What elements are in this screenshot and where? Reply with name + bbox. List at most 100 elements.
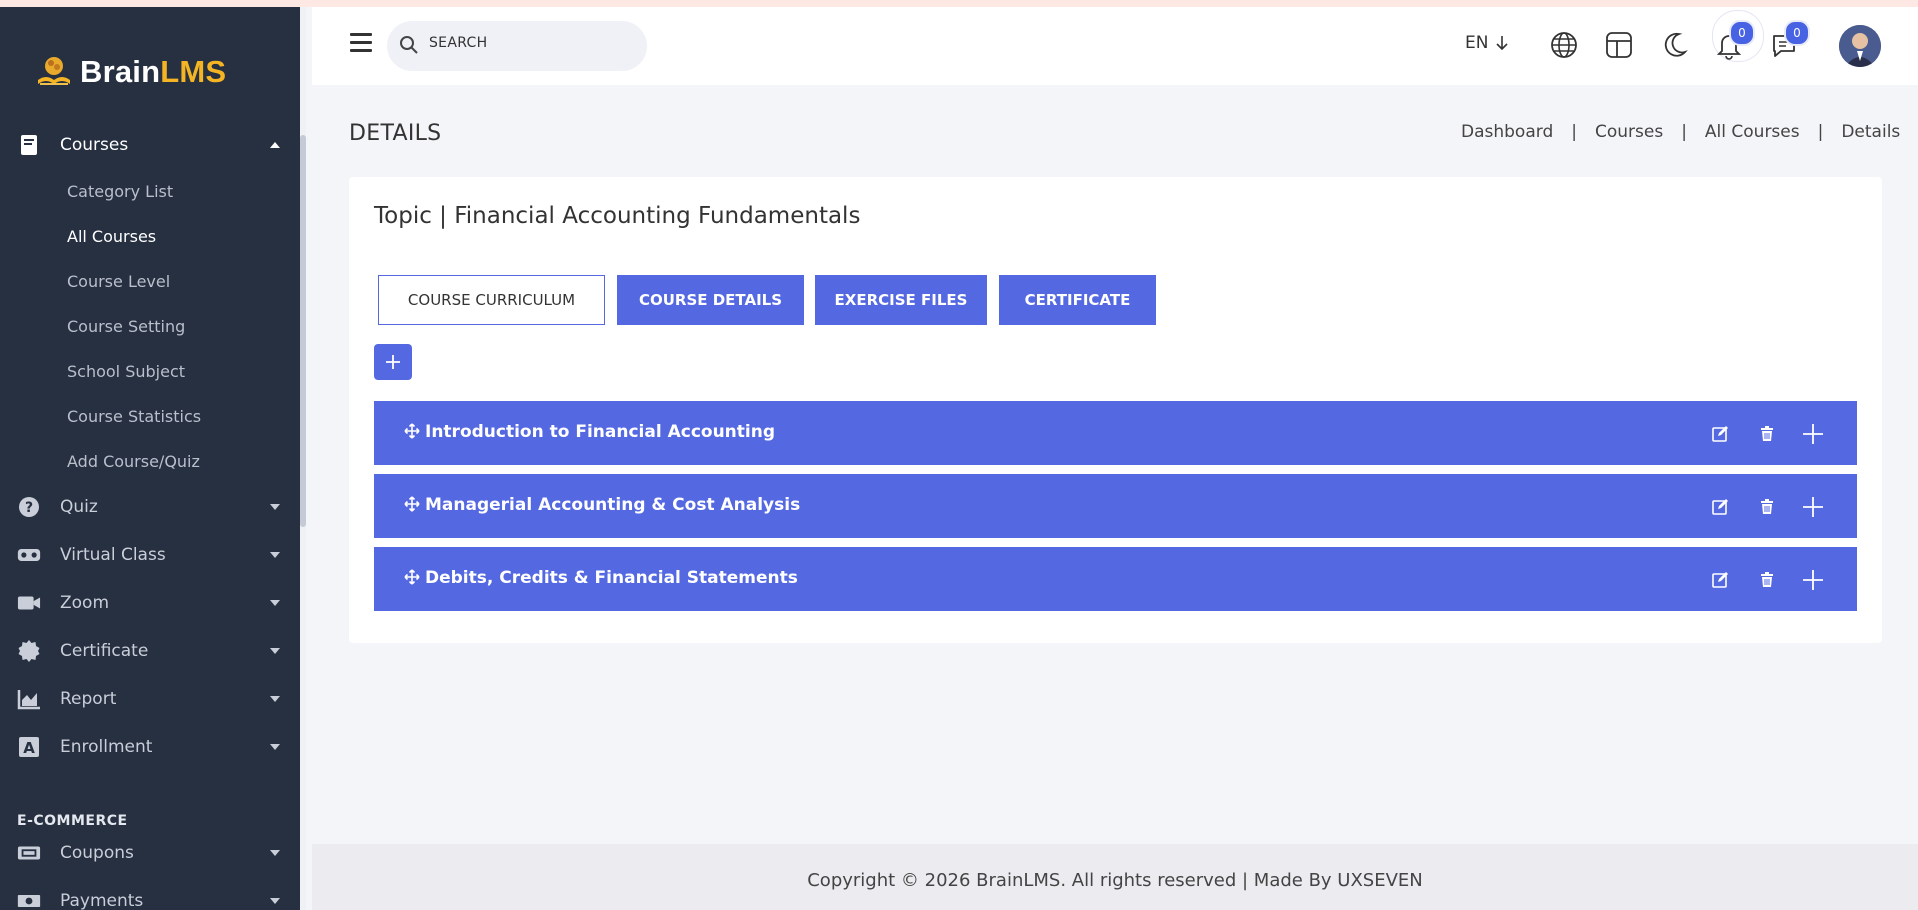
message-count-badge: 0 [1784, 20, 1810, 46]
trash-icon [1761, 426, 1773, 441]
sidebar-subitem-course-statistics[interactable]: Course Statistics [67, 407, 201, 426]
tab-certificate[interactable]: CERTIFICATE [999, 275, 1156, 325]
sidebar-item-label: Zoom [60, 593, 110, 613]
sidebar-item-label: Quiz [60, 497, 98, 517]
sidebar-item-courses[interactable]: Courses [0, 125, 300, 165]
breadcrumb: Dashboard | Courses | All Courses | Deta… [1461, 122, 1900, 142]
footer: Copyright © 2026 BrainLMS. All rights re… [312, 844, 1918, 910]
sidebar-subitem-add-course-quiz[interactable]: Add Course/Quiz [67, 452, 200, 471]
svg-text:A: A [23, 739, 35, 757]
brand-logo[interactable]: BrainLMS [34, 47, 226, 97]
caret-down-icon [270, 600, 280, 606]
sidebar-item-label: Enrollment [60, 737, 153, 757]
add-topic-button[interactable] [374, 344, 412, 380]
breadcrumb-dashboard[interactable]: Dashboard [1461, 122, 1553, 142]
sidebar-scrollbar-thumb[interactable] [300, 135, 306, 527]
sidebar: BrainLMS Courses Category List All Cours… [0, 7, 306, 910]
edit-icon [1712, 499, 1728, 515]
globe-icon[interactable] [1549, 30, 1579, 60]
breadcrumb-details: Details [1841, 122, 1901, 142]
tab-exercise-files[interactable]: EXERCISE FILES [815, 275, 987, 325]
plus-icon [1803, 497, 1823, 517]
tab-course-details[interactable]: COURSE DETAILS [617, 275, 804, 325]
delete-topic-button[interactable] [1756, 569, 1778, 591]
topic-row[interactable]: Managerial Accounting & Cost Analysis [374, 474, 1857, 538]
top-accent-line [0, 0, 1918, 7]
caret-down-icon [270, 504, 280, 510]
caret-down-icon [270, 696, 280, 702]
brain-book-logo-icon [38, 57, 70, 85]
breadcrumb-separator: | [1681, 122, 1687, 142]
sidebar-item-label: Virtual Class [60, 545, 166, 565]
trash-icon [1761, 499, 1773, 514]
breadcrumb-all-courses[interactable]: All Courses [1705, 122, 1800, 142]
user-avatar[interactable] [1839, 25, 1881, 67]
sidebar-item-quiz[interactable]: ? Quiz [0, 487, 300, 527]
drag-move-icon[interactable] [404, 496, 420, 512]
area-chart-icon [17, 687, 41, 711]
breadcrumb-separator: | [1571, 122, 1577, 142]
sidebar-item-coupons[interactable]: Coupons [0, 833, 300, 873]
caret-down-icon [270, 552, 280, 558]
sidebar-subitem-course-level[interactable]: Course Level [67, 272, 170, 291]
topic-title: Managerial Accounting & Cost Analysis [425, 495, 801, 515]
drag-move-icon[interactable] [404, 569, 420, 585]
sidebar-item-label: Report [60, 689, 117, 709]
sidebar-item-label: Payments [60, 891, 144, 910]
edit-topic-button[interactable] [1709, 423, 1731, 445]
svg-text:?: ? [25, 500, 33, 516]
caret-down-icon [270, 898, 280, 904]
language-selector[interactable]: EN [1465, 33, 1510, 53]
sidebar-item-zoom[interactable]: Zoom [0, 583, 300, 623]
hamburger-icon [350, 33, 372, 36]
topic-row[interactable]: Introduction to Financial Accounting [374, 401, 1857, 465]
edit-topic-button[interactable] [1709, 569, 1731, 591]
sidebar-item-certificate[interactable]: Certificate [0, 631, 300, 671]
search-box[interactable] [387, 21, 647, 71]
menu-toggle-button[interactable] [350, 33, 372, 53]
notification-count-badge: 0 [1729, 20, 1755, 46]
sidebar-item-report[interactable]: Report [0, 679, 300, 719]
sidebar-subitem-course-setting[interactable]: Course Setting [67, 317, 185, 336]
search-icon [400, 36, 418, 54]
user-photo-icon [1839, 25, 1881, 67]
breadcrumb-courses[interactable]: Courses [1595, 122, 1663, 142]
plus-icon [1803, 424, 1823, 444]
arrow-down-icon [1496, 36, 1509, 51]
caret-down-icon [270, 648, 280, 654]
brand-name: BrainLMS [80, 54, 227, 89]
edit-topic-button[interactable] [1709, 496, 1731, 518]
question-circle-icon: ? [17, 495, 41, 519]
moon-icon[interactable] [1659, 30, 1689, 60]
copyright-text: Copyright © 2026 BrainLMS. All rights re… [807, 870, 1423, 891]
tab-course-curriculum[interactable]: COURSE CURRICULUM [378, 275, 605, 325]
add-lesson-button[interactable] [1802, 423, 1824, 445]
topic-title: Debits, Credits & Financial Statements [425, 568, 798, 588]
sidebar-item-label: Certificate [60, 641, 149, 661]
delete-topic-button[interactable] [1756, 423, 1778, 445]
drag-move-icon[interactable] [404, 423, 420, 439]
sidebar-subitem-category-list[interactable]: Category List [67, 182, 173, 201]
caret-down-icon [270, 850, 280, 856]
layout-icon[interactable] [1604, 30, 1634, 60]
certificate-badge-icon [17, 639, 41, 663]
sidebar-item-payments[interactable]: Payments [0, 881, 300, 910]
add-lesson-button[interactable] [1802, 496, 1824, 518]
sidebar-subitem-all-courses[interactable]: All Courses [67, 227, 156, 246]
delete-topic-button[interactable] [1756, 496, 1778, 518]
money-bill-icon [17, 889, 41, 910]
sidebar-item-virtual-class[interactable]: Virtual Class [0, 535, 300, 575]
sidebar-item-label: Courses [60, 135, 129, 155]
sidebar-section-ecommerce: E-COMMERCE [17, 813, 128, 829]
sidebar-subitem-school-subject[interactable]: School Subject [67, 362, 185, 381]
caret-up-icon [270, 142, 280, 148]
search-input[interactable] [427, 34, 631, 52]
language-label: EN [1465, 33, 1489, 53]
sidebar-item-enrollment[interactable]: A Enrollment [0, 727, 300, 767]
topic-row[interactable]: Debits, Credits & Financial Statements [374, 547, 1857, 611]
add-lesson-button[interactable] [1802, 569, 1824, 591]
plus-icon [1803, 570, 1823, 590]
caret-down-icon [270, 744, 280, 750]
card-title: Topic | Financial Accounting Fundamental… [374, 203, 861, 229]
breadcrumb-separator: | [1817, 122, 1824, 142]
